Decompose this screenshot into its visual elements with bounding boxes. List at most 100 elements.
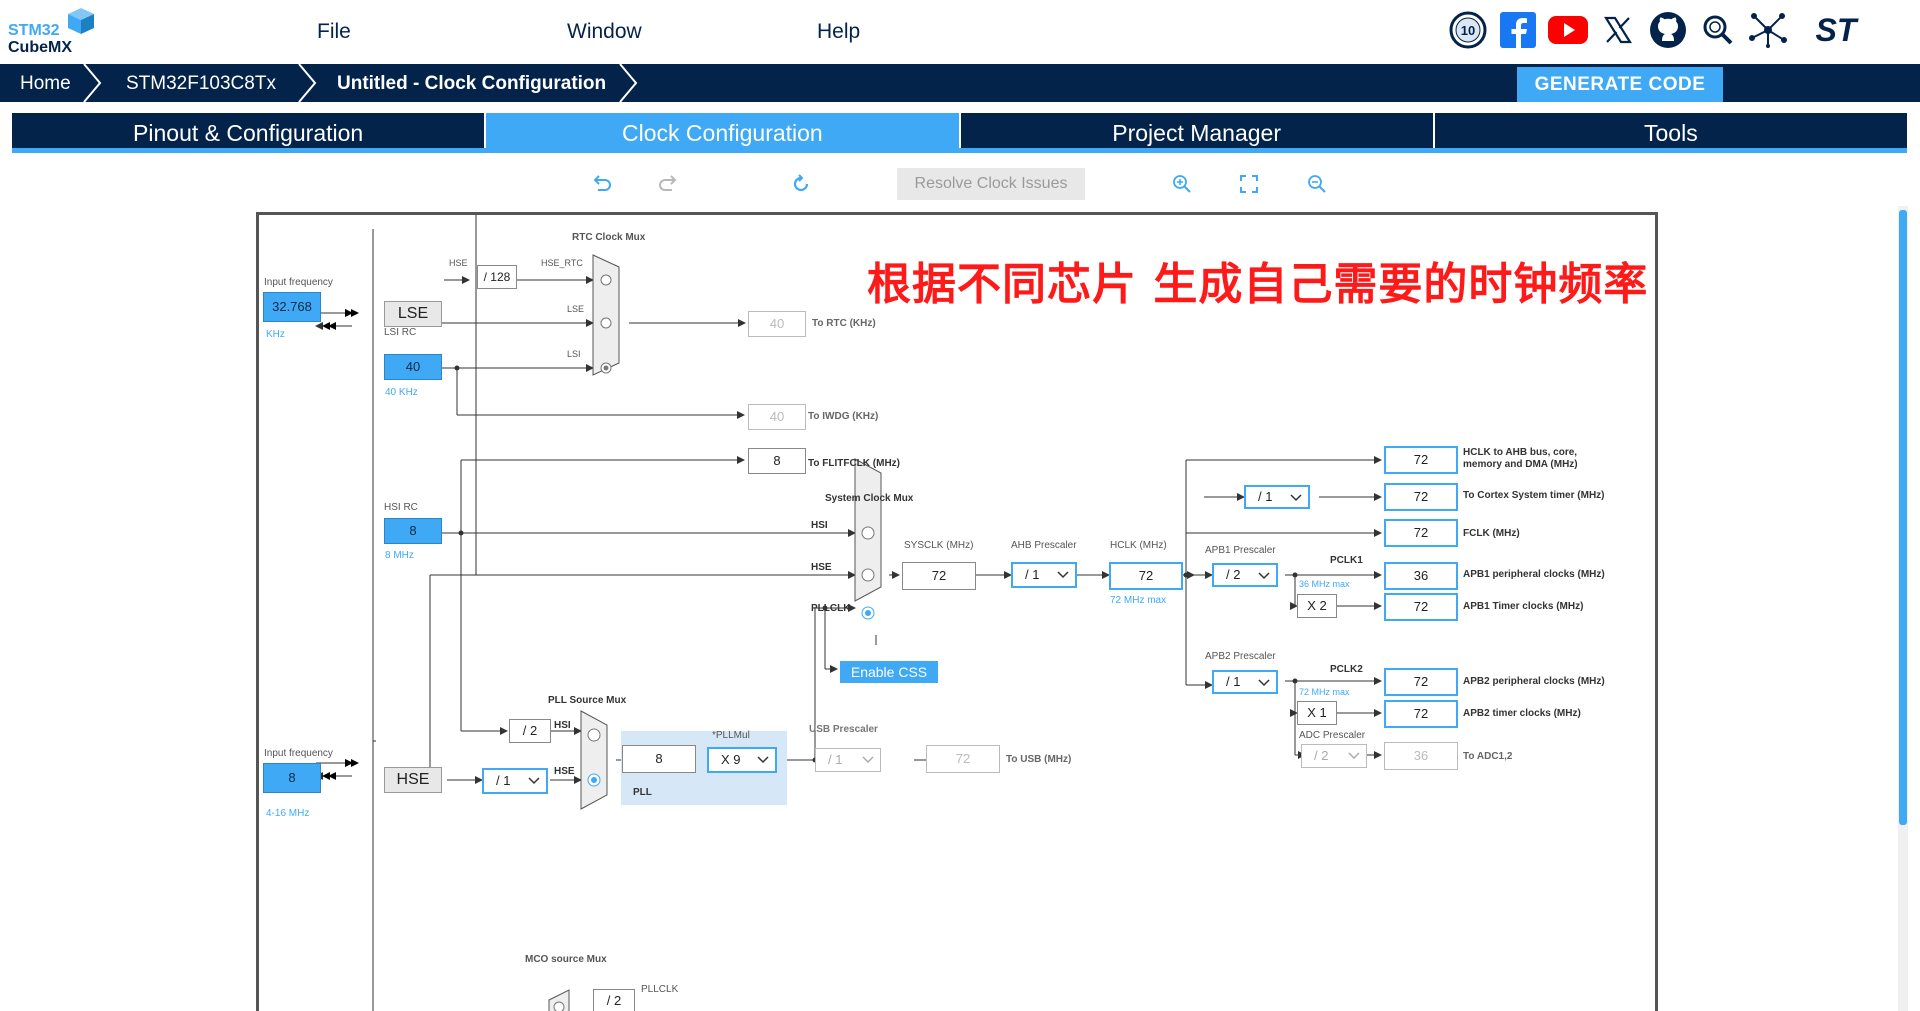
hse-rtc-label: HSE_RTC bbox=[541, 258, 583, 268]
pllmul-select[interactable]: X 9 bbox=[707, 747, 777, 773]
tab-clock-configuration[interactable]: Clock Configuration bbox=[486, 113, 961, 148]
rtc-lse-label: LSE bbox=[567, 304, 585, 314]
lse-unit-label: KHz bbox=[266, 329, 285, 340]
github-icon[interactable] bbox=[1648, 10, 1688, 50]
clock-tree-diagram: Input frequency 32.768 KHz LSE LSI RC 40… bbox=[256, 212, 1658, 1011]
adc-output-label: To ADC1,2 bbox=[1463, 751, 1513, 762]
rtc-lsi-label: LSI bbox=[567, 349, 581, 359]
usb-output-value: 72 bbox=[926, 745, 1000, 773]
hsi-rc-value: 8 bbox=[384, 518, 442, 544]
resolve-clock-issues-button[interactable]: Resolve Clock Issues bbox=[897, 168, 1085, 200]
social-links: 10 ST bbox=[1448, 10, 1874, 50]
usb-output-label: To USB (MHz) bbox=[1006, 754, 1072, 765]
youtube-icon[interactable] bbox=[1548, 10, 1588, 50]
tab-project-manager[interactable]: Project Manager bbox=[960, 113, 1435, 148]
breadcrumb-device[interactable]: STM32F103C8Tx bbox=[126, 64, 276, 102]
hse-block: HSE bbox=[384, 767, 442, 793]
breadcrumb-home[interactable]: Home bbox=[20, 64, 71, 102]
apb1-peripheral-output-label: APB1 peripheral clocks (MHz) bbox=[1463, 569, 1605, 580]
chevron-down-icon bbox=[1057, 571, 1069, 579]
fclk-output-label: FCLK (MHz) bbox=[1463, 528, 1520, 539]
community-search-icon[interactable] bbox=[1698, 10, 1738, 50]
fit-to-screen-icon[interactable] bbox=[1237, 172, 1261, 196]
pll-input-value: 8 bbox=[622, 745, 696, 773]
anniversary-badge-icon[interactable]: 10 bbox=[1448, 10, 1488, 50]
adc-prescaler-select[interactable]: / 2 bbox=[1301, 744, 1367, 768]
redo-icon[interactable] bbox=[656, 172, 680, 196]
apb1-timer-output[interactable]: 72 bbox=[1384, 593, 1458, 621]
fclk-output[interactable]: 72 bbox=[1384, 519, 1458, 547]
sysclk-value[interactable]: 72 bbox=[902, 562, 976, 590]
main-tabs: Pinout & Configuration Clock Configurati… bbox=[12, 113, 1907, 153]
generate-code-button[interactable]: GENERATE CODE bbox=[1517, 67, 1723, 102]
refresh-icon[interactable] bbox=[789, 172, 813, 196]
lsi-rc-unit: 40 KHz bbox=[385, 387, 418, 398]
hse-div128: / 128 bbox=[477, 265, 517, 289]
mco-source-mux-label: MCO source Mux bbox=[525, 954, 607, 965]
sysclk-label: SYSCLK (MHz) bbox=[904, 540, 974, 551]
apb1-prescaler-select[interactable]: / 2 bbox=[1212, 563, 1278, 587]
cortex-timer-divider-select[interactable]: / 1 bbox=[1244, 485, 1310, 509]
usb-prescaler-select[interactable]: / 1 bbox=[815, 748, 881, 772]
pllmul-label: *PLLMul bbox=[712, 730, 750, 741]
chevron-down-icon bbox=[862, 756, 874, 764]
svg-text:ST: ST bbox=[1816, 12, 1859, 48]
flitfclk-output-value: 8 bbox=[748, 448, 806, 474]
apb2-peripheral-output[interactable]: 72 bbox=[1384, 668, 1458, 696]
apb2-timer-output[interactable]: 72 bbox=[1384, 700, 1458, 728]
hclk-value[interactable]: 72 bbox=[1109, 562, 1183, 590]
x-twitter-icon[interactable] bbox=[1598, 10, 1638, 50]
apb2-peripheral-output-label: APB2 peripheral clocks (MHz) bbox=[1463, 676, 1605, 687]
vertical-scrollbar-thumb[interactable] bbox=[1899, 210, 1907, 825]
breadcrumb-current-page[interactable]: Untitled - Clock Configuration bbox=[337, 64, 606, 102]
facebook-icon[interactable] bbox=[1498, 10, 1538, 50]
stm32cubemx-logo: STM32 CubeMX bbox=[8, 6, 98, 60]
menu-help[interactable]: Help bbox=[817, 20, 860, 44]
apb2-prescaler-label: APB2 Prescaler bbox=[1205, 651, 1276, 662]
menu-file[interactable]: File bbox=[317, 20, 351, 44]
apb1-peripheral-output[interactable]: 36 bbox=[1384, 562, 1458, 590]
rtc-output-label: To RTC (KHz) bbox=[812, 318, 876, 329]
apb1-timer-multiplier: X 2 bbox=[1297, 594, 1337, 618]
tab-tools[interactable]: Tools bbox=[1434, 113, 1907, 148]
lse-frequency-input[interactable]: 32.768 bbox=[263, 292, 321, 322]
chevron-down-icon bbox=[757, 756, 769, 764]
hclk-ahb-output[interactable]: 72 bbox=[1384, 446, 1458, 474]
flitfclk-output-label: To FLITFCLK (MHz) bbox=[808, 458, 901, 469]
chinese-annotation: 根据不同芯片 生成自己需要的时钟频率 bbox=[867, 259, 1649, 310]
usb-prescaler-label: USB Prescaler bbox=[809, 724, 878, 735]
pll-source-mux-label: PLL Source Mux bbox=[548, 695, 627, 706]
apb2-prescaler-select[interactable]: / 1 bbox=[1212, 670, 1278, 694]
ahb-prescaler-select[interactable]: / 1 bbox=[1011, 562, 1077, 588]
sysmux-hse-label: HSE bbox=[811, 562, 832, 573]
tab-pinout-configuration[interactable]: Pinout & Configuration bbox=[12, 113, 487, 148]
undo-icon[interactable] bbox=[590, 172, 614, 196]
pclk1-max-label: 36 MHz max bbox=[1299, 579, 1350, 589]
mco-div2: / 2 bbox=[593, 989, 635, 1011]
menu-window[interactable]: Window bbox=[567, 20, 642, 44]
chevron-down-icon bbox=[528, 777, 540, 785]
apb2-timer-multiplier: X 1 bbox=[1297, 701, 1337, 725]
st-logo-icon[interactable]: ST bbox=[1798, 10, 1874, 50]
chevron-down-icon bbox=[1348, 752, 1360, 760]
cortex-timer-output[interactable]: 72 bbox=[1384, 483, 1458, 511]
lsi-rc-value: 40 bbox=[384, 354, 442, 380]
cube-icon bbox=[68, 8, 94, 34]
svg-text:10: 10 bbox=[1461, 23, 1475, 38]
hse-frequency-input[interactable]: 8 bbox=[263, 763, 321, 793]
pclk2-label: PCLK2 bbox=[1330, 664, 1363, 675]
zoom-in-icon[interactable] bbox=[1170, 172, 1194, 196]
hsi-div2: / 2 bbox=[509, 719, 551, 743]
zoom-out-icon[interactable] bbox=[1305, 172, 1329, 196]
mco-pllclk-label: PLLCLK bbox=[641, 984, 679, 995]
enable-css-button[interactable]: Enable CSS bbox=[840, 661, 938, 683]
chevron-down-icon bbox=[1290, 494, 1302, 502]
hsi-rc-label: HSI RC bbox=[384, 502, 418, 513]
lse-input-frequency-label: Input frequency bbox=[264, 277, 333, 288]
network-icon[interactable] bbox=[1748, 10, 1788, 50]
chevron-down-icon bbox=[1258, 679, 1270, 687]
sysmux-pllclk-label: PLLCLK bbox=[811, 603, 851, 614]
hse-prediv-select[interactable]: / 1 bbox=[482, 768, 548, 794]
top-menu-bar: STM32 CubeMX File Window Help 10 ST bbox=[0, 0, 1920, 64]
adc-output: 36 bbox=[1384, 742, 1458, 770]
